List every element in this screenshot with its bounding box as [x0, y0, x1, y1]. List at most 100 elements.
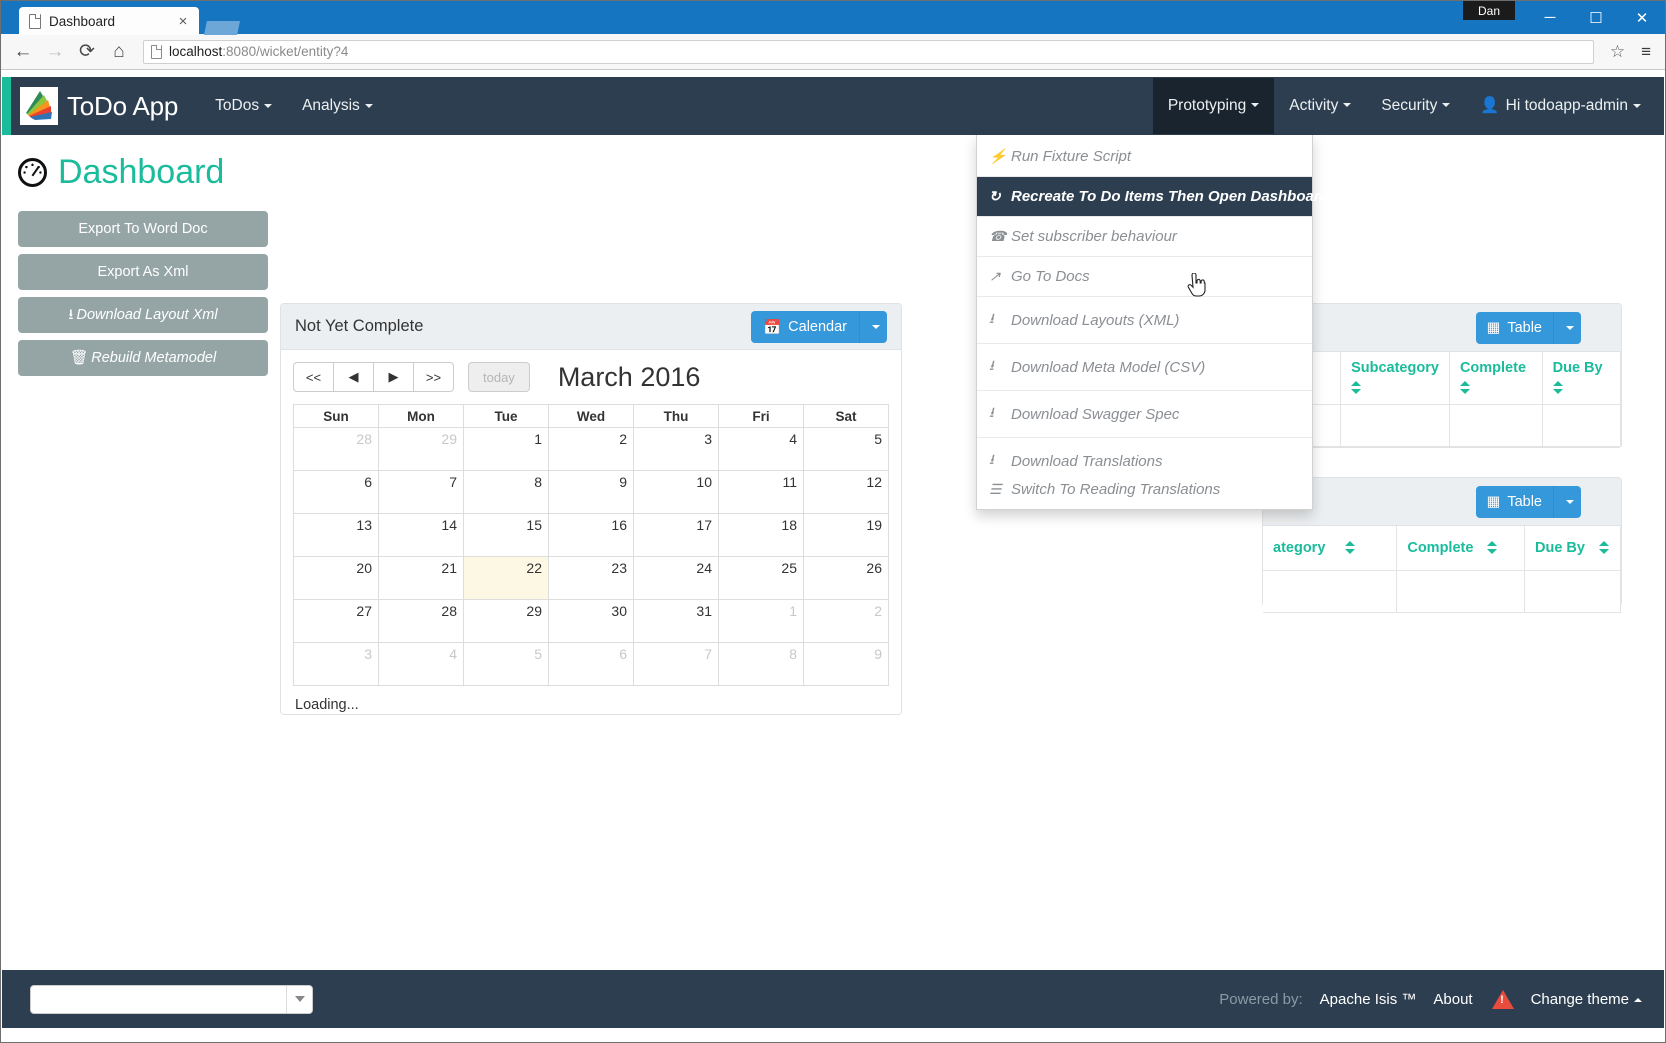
calendar-day-cell[interactable]: 1 — [463, 427, 549, 471]
new-tab-button[interactable] — [204, 21, 240, 35]
calendar-day-cell[interactable]: 5 — [803, 427, 889, 471]
minimize-button[interactable]: ─ — [1527, 1, 1573, 34]
calendar-day-cell[interactable]: 21 — [378, 556, 464, 600]
export-to-word-doc-button[interactable]: Export To Word Doc — [18, 211, 268, 247]
table-view-dropdown-button-1[interactable] — [1553, 312, 1581, 344]
calendar-day-cell[interactable]: 4 — [718, 427, 804, 471]
reload-icon[interactable]: ⟳ — [71, 37, 103, 67]
sort-icon[interactable] — [1552, 380, 1564, 396]
calendar-day-cell[interactable]: 3 — [293, 642, 379, 686]
calendar-view-button[interactable]: 📅 Calendar — [751, 311, 859, 343]
calendar-prev-year-button[interactable]: << — [293, 362, 334, 392]
menu-item-download-meta-model[interactable]: ⭳ Download Meta Model (CSV) — [977, 344, 1312, 391]
column-header-complete[interactable]: Complete — [1396, 526, 1525, 572]
menu-item-recreate-todo-items[interactable]: ↻ Recreate To Do Items Then Open Dashboa… — [977, 177, 1329, 217]
calendar-next-button[interactable]: ▶ — [373, 362, 414, 392]
address-bar[interactable]: localhost:8080/wicket/entity?4 — [143, 39, 1594, 64]
download-layout-xml-button[interactable]: ⭳ Download Layout Xml — [18, 297, 268, 333]
rebuild-metamodel-button[interactable]: 🗑 Rebuild Metamodel — [18, 340, 268, 376]
app-brand[interactable]: ToDo App — [20, 77, 178, 135]
global-search-input[interactable] — [35, 986, 285, 1012]
table-row[interactable] — [1263, 404, 1622, 447]
calendar-day-cell[interactable]: 22 — [463, 556, 549, 600]
calendar-day-cell[interactable]: 6 — [548, 642, 634, 686]
nav-item-security[interactable]: Security — [1366, 78, 1465, 134]
nav-item-todos[interactable]: ToDos — [200, 78, 287, 134]
chevron-down-icon[interactable] — [286, 985, 312, 1013]
menu-item-download-swagger-spec[interactable]: ⭳ Download Swagger Spec — [977, 391, 1312, 438]
calendar-prev-button[interactable]: ◀ — [333, 362, 374, 392]
browser-menu-icon[interactable]: ≡ — [1633, 42, 1659, 62]
calendar-day-cell[interactable]: 4 — [378, 642, 464, 686]
calendar-day-cell[interactable]: 25 — [718, 556, 804, 600]
calendar-day-cell[interactable]: 6 — [293, 470, 379, 514]
calendar-day-cell[interactable]: 30 — [548, 599, 634, 643]
maximize-button[interactable]: ☐ — [1573, 1, 1619, 34]
menu-item-download-translations[interactable]: ⭳ Download Translations — [977, 438, 1312, 477]
calendar-day-cell[interactable]: 7 — [378, 470, 464, 514]
sort-icon[interactable] — [1487, 540, 1498, 556]
global-search-select[interactable] — [30, 984, 313, 1014]
menu-item-download-layouts[interactable]: ⭳ Download Layouts (XML) — [977, 297, 1312, 344]
table-view-button-1[interactable]: ▦ Table — [1475, 312, 1553, 344]
calendar-day-cell[interactable]: 7 — [633, 642, 719, 686]
calendar-day-cell[interactable]: 26 — [803, 556, 889, 600]
calendar-day-cell[interactable]: 1 — [718, 599, 804, 643]
back-icon[interactable]: ← — [7, 37, 39, 67]
table-view-button-2[interactable]: ▦ Table — [1475, 486, 1553, 518]
browser-profile-chip[interactable]: Dan — [1463, 1, 1515, 20]
calendar-day-cell[interactable]: 17 — [633, 513, 719, 557]
forward-icon[interactable]: → — [39, 37, 71, 67]
calendar-day-cell[interactable]: 20 — [293, 556, 379, 600]
calendar-day-cell[interactable]: 28 — [378, 599, 464, 643]
nav-item-activity[interactable]: Activity — [1274, 78, 1366, 134]
home-icon[interactable]: ⌂ — [103, 37, 135, 67]
calendar-day-cell[interactable]: 19 — [803, 513, 889, 557]
menu-item-run-fixture-script[interactable]: ⚡ Run Fixture Script — [977, 137, 1312, 177]
sort-icon[interactable] — [1459, 380, 1471, 396]
calendar-day-cell[interactable]: 28 — [293, 427, 379, 471]
table-view-dropdown-button-2[interactable] — [1553, 486, 1581, 518]
column-header-due-by[interactable]: Due By — [1524, 526, 1622, 572]
calendar-day-cell[interactable]: 10 — [633, 470, 719, 514]
close-window-button[interactable]: ✕ — [1619, 1, 1665, 34]
calendar-day-cell[interactable]: 2 — [548, 427, 634, 471]
table-row[interactable] — [1263, 570, 1622, 614]
calendar-day-cell[interactable]: 16 — [548, 513, 634, 557]
apache-isis-link[interactable]: Apache Isis ™ — [1320, 991, 1417, 1008]
calendar-day-cell[interactable]: 11 — [718, 470, 804, 514]
menu-item-switch-to-reading-translations[interactable]: ☰ Switch To Reading Translations — [977, 477, 1312, 509]
calendar-view-dropdown-button[interactable] — [859, 311, 887, 343]
calendar-day-cell[interactable]: 8 — [718, 642, 804, 686]
nav-item-prototyping[interactable]: Prototyping — [1152, 77, 1275, 134]
warning-icon[interactable] — [1491, 989, 1514, 1009]
calendar-today-button[interactable]: today — [468, 362, 530, 392]
calendar-day-cell[interactable]: 3 — [633, 427, 719, 471]
calendar-day-cell[interactable]: 31 — [633, 599, 719, 643]
export-as-xml-button[interactable]: Export As Xml — [18, 254, 268, 290]
column-header-subcategory[interactable]: Subcategory — [1340, 352, 1450, 405]
sort-icon[interactable] — [1598, 540, 1610, 556]
calendar-day-cell[interactable]: 5 — [463, 642, 549, 686]
calendar-day-cell[interactable]: 27 — [293, 599, 379, 643]
calendar-day-cell[interactable]: 23 — [548, 556, 634, 600]
sort-icon[interactable] — [1351, 380, 1362, 396]
menu-item-set-subscriber-behaviour[interactable]: ☎ Set subscriber behaviour — [977, 217, 1312, 257]
close-tab-icon[interactable]: × — [175, 14, 191, 29]
bookmark-star-icon[interactable]: ☆ — [1602, 42, 1633, 62]
calendar-day-cell[interactable]: 29 — [378, 427, 464, 471]
column-header-due-by[interactable]: Due By — [1542, 352, 1622, 405]
calendar-day-cell[interactable]: 29 — [463, 599, 549, 643]
calendar-next-year-button[interactable]: >> — [413, 362, 454, 392]
nav-item-user-menu[interactable]: 👤 Hi todoapp-admin — [1465, 77, 1656, 134]
calendar-day-cell[interactable]: 24 — [633, 556, 719, 600]
browser-tab[interactable]: Dashboard × — [19, 7, 199, 35]
change-theme-link[interactable]: Change theme — [1531, 991, 1642, 1008]
calendar-day-cell[interactable]: 13 — [293, 513, 379, 557]
calendar-day-cell[interactable]: 14 — [378, 513, 464, 557]
calendar-day-cell[interactable]: 9 — [548, 470, 634, 514]
calendar-day-cell[interactable]: 2 — [803, 599, 889, 643]
sort-icon[interactable] — [1345, 540, 1356, 556]
about-link[interactable]: About — [1433, 991, 1472, 1008]
column-header-complete[interactable]: Complete — [1449, 352, 1543, 405]
